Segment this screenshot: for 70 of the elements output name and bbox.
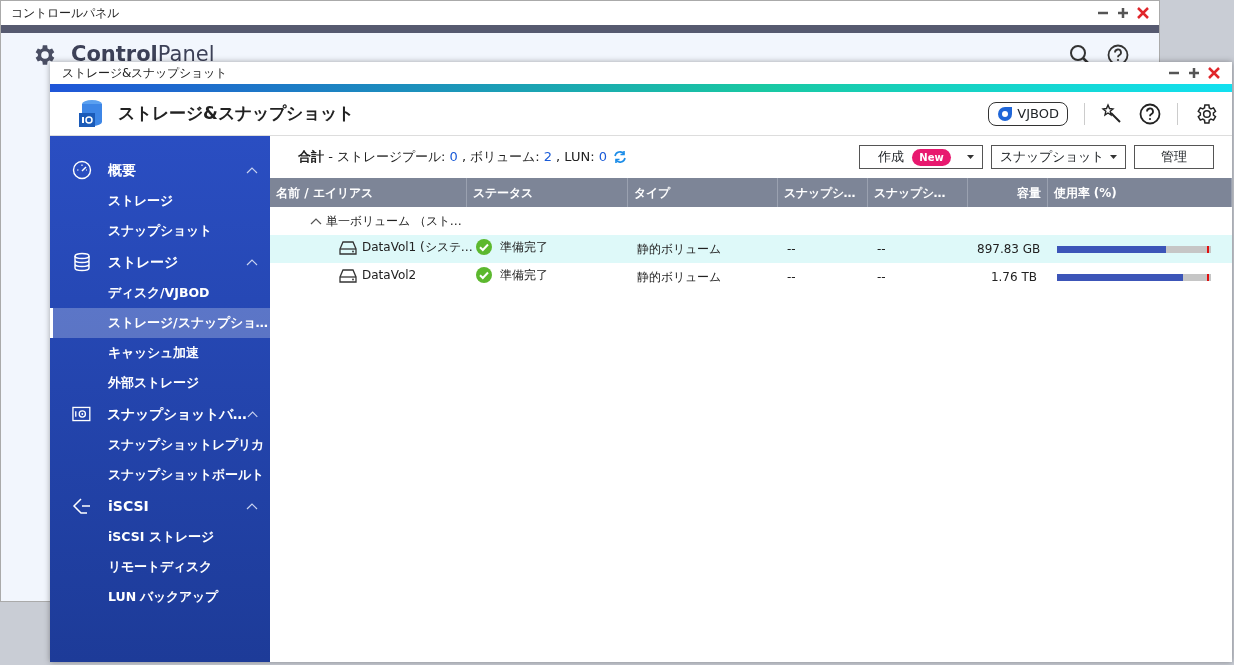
- drive-icon: [338, 267, 358, 283]
- limit-marker: [1207, 245, 1209, 253]
- table-cell: 1.76 TB: [967, 263, 1047, 291]
- window-title: ストレージ&スナップショット: [62, 65, 228, 82]
- chevron-icon[interactable]: [246, 409, 258, 419]
- table-cell: 静的ボリューム: [627, 235, 777, 263]
- table-row[interactable]: DataVol2 準備完了 静的ボリューム -- -- 1.76 TB: [270, 263, 1232, 291]
- limit-marker: [1207, 273, 1209, 281]
- maximize-icon[interactable]: [1117, 7, 1129, 19]
- sidebar-item[interactable]: リモートディスク: [50, 552, 270, 582]
- window-title: コントロールパネル: [11, 5, 119, 22]
- table-cell-text: 準備完了: [500, 239, 548, 256]
- chevron-icon[interactable]: [310, 217, 322, 225]
- connector-icon: [72, 496, 92, 516]
- group-label: 単一ボリューム （スト…: [326, 213, 462, 231]
- maximize-icon[interactable]: [1188, 67, 1200, 79]
- summary-text: 合計 - ストレージプール: 0 , ボリューム: 2 , LUN: 0: [298, 148, 607, 167]
- sidebar-group-label[interactable]: スナップショットバ…: [106, 403, 247, 425]
- table-cell: --: [867, 235, 967, 263]
- table-cell: --: [777, 263, 867, 291]
- sidebar-item[interactable]: ストレージ/スナップショ…: [50, 308, 270, 338]
- sidebar-group-label[interactable]: iSCSI: [108, 495, 246, 517]
- check-circle-icon: [476, 267, 492, 283]
- close-icon[interactable]: [1137, 7, 1149, 19]
- app-title: ストレージ&スナップショット: [118, 101, 354, 125]
- vjbod-button[interactable]: VJBOD: [988, 101, 1068, 126]
- app-title: ControlPanel: [71, 43, 215, 67]
- column-header[interactable]: ステータス: [466, 178, 627, 207]
- magic-wand-icon[interactable]: [1101, 102, 1123, 125]
- new-badge: New: [912, 148, 951, 166]
- settings-icon[interactable]: [1194, 101, 1218, 126]
- table-cell-text: 準備完了: [500, 267, 548, 284]
- column-header[interactable]: 名前 / エイリアス: [270, 178, 466, 207]
- column-header[interactable]: スナップシ…: [867, 178, 967, 207]
- sidebar-group-label[interactable]: ストレージ: [108, 251, 246, 273]
- table-cell: --: [777, 235, 867, 263]
- table-cell: 静的ボリューム: [627, 263, 777, 291]
- column-header[interactable]: 使用率 (%): [1047, 178, 1232, 207]
- table-cell-text: DataVol1 (システ…: [362, 239, 473, 257]
- help-icon[interactable]: [1139, 102, 1161, 125]
- sidebar-item[interactable]: ストレージ: [50, 186, 270, 216]
- drive-icon: [338, 239, 358, 255]
- toolbar-button[interactable]: スナップショット: [991, 145, 1126, 169]
- gauge-icon: [72, 160, 92, 180]
- sidebar-item[interactable]: スナップショットボールト: [50, 460, 270, 490]
- column-header[interactable]: 容量: [967, 178, 1047, 207]
- caret-icon: [967, 155, 974, 159]
- sidebar-group-label[interactable]: 概要: [108, 159, 246, 181]
- sidebar-item[interactable]: 外部ストレージ: [50, 368, 270, 398]
- sidebar-item[interactable]: スナップショット: [50, 216, 270, 246]
- table-cell-text: DataVol2: [362, 267, 417, 285]
- toolbar-button[interactable]: 作成 New: [859, 145, 983, 169]
- column-header[interactable]: スナップシ…: [777, 178, 867, 207]
- table-cell: 897.83 GB: [967, 235, 1047, 263]
- caret-icon: [1110, 155, 1117, 159]
- camera-icon: [72, 404, 91, 424]
- sidebar-item[interactable]: iSCSI ストレージ: [50, 522, 270, 552]
- refresh-icon[interactable]: [613, 150, 627, 164]
- database-icon: [72, 252, 92, 272]
- close-icon[interactable]: [1208, 67, 1220, 79]
- sidebar-item[interactable]: スナップショットレプリカ: [50, 430, 270, 460]
- check-circle-icon: [476, 239, 492, 255]
- drop-logo-icon: [997, 105, 1014, 122]
- toolbar-button[interactable]: 管理: [1134, 145, 1214, 169]
- table-row[interactable]: DataVol1 (システ… 準備完了 静的ボリューム -- -- 897.83 GB: [270, 235, 1232, 263]
- sidebar-item[interactable]: ディスク/VJBOD: [50, 278, 270, 308]
- sidebar-item[interactable]: キャッシュ加速: [50, 338, 270, 368]
- column-header[interactable]: タイプ: [627, 178, 777, 207]
- sidebar-item[interactable]: LUN バックアップ: [50, 582, 270, 612]
- table-cell: --: [867, 263, 967, 291]
